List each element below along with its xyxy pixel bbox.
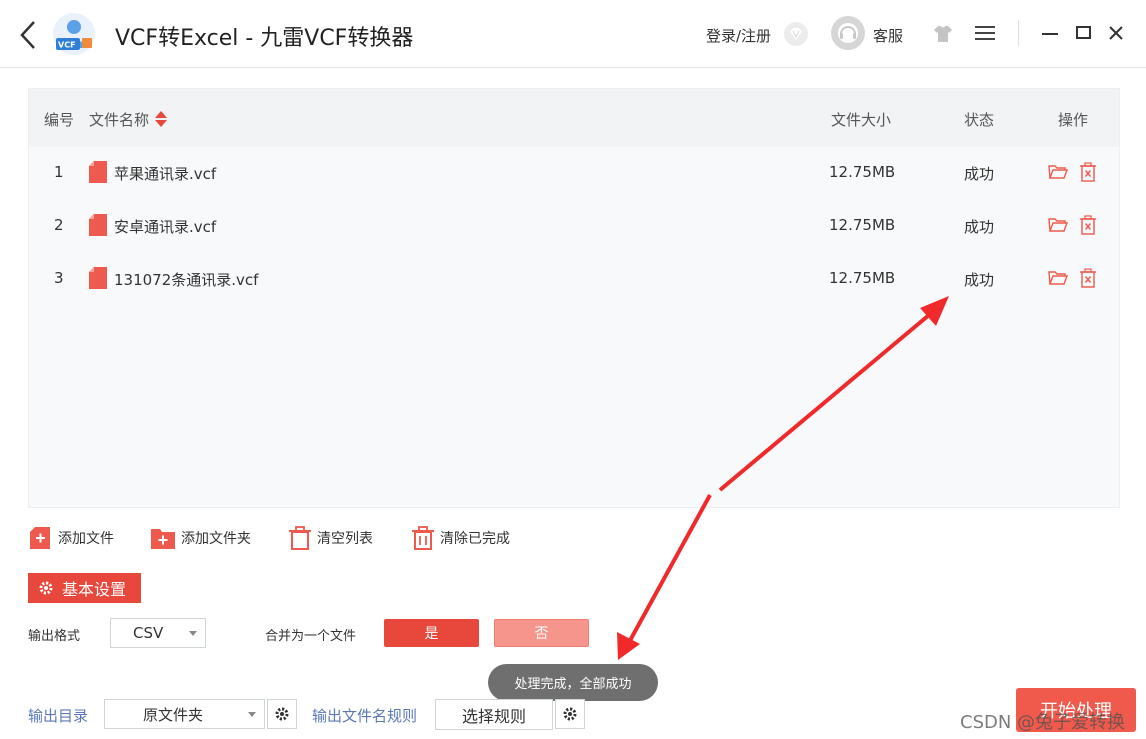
output-dir-select[interactable]: 原文件夹 (104, 699, 265, 729)
basic-settings-tab[interactable]: 基本设置 (28, 573, 141, 603)
trash-lines-icon (412, 526, 434, 550)
clear-done-label: 清除已完成 (440, 531, 510, 547)
row-filesize: 12.75MB (829, 269, 896, 287)
row-filename: 苹果通讯录.vcf (114, 165, 217, 183)
basic-settings-label: 基本设置 (62, 580, 127, 599)
row-index: 2 (54, 216, 64, 234)
add-file-label: 添加文件 (58, 531, 114, 547)
table-row[interactable]: 1 苹果通讯录.vcf 12.75MB 成功 (29, 147, 1119, 200)
trash-icon (289, 526, 311, 550)
clear-list-button[interactable]: 清空列表 (289, 525, 373, 551)
open-folder-icon[interactable] (1048, 269, 1068, 287)
output-format-value: CSV (133, 624, 164, 642)
col-index-header: 编号 (44, 111, 75, 129)
open-folder-icon[interactable] (1048, 163, 1068, 181)
table-row[interactable]: 2 安卓通讯录.vcf 12.75MB 成功 (29, 200, 1119, 253)
delete-icon[interactable] (1079, 268, 1097, 288)
title-bar: VCF VCF转Excel - 九雷VCF转换器 登录/注册 客服 (0, 0, 1146, 68)
output-dir-label: 输出目录 (28, 707, 89, 725)
delete-icon[interactable] (1079, 162, 1097, 182)
name-rule-settings-button[interactable] (555, 699, 585, 729)
col-ops-header: 操作 (1058, 111, 1089, 129)
row-filesize: 12.75MB (829, 163, 896, 181)
add-folder-label: 添加文件夹 (181, 531, 251, 547)
clear-list-label: 清空列表 (317, 531, 373, 547)
maximize-icon[interactable] (1074, 23, 1094, 43)
row-index: 1 (54, 163, 64, 181)
col-size-header: 文件大小 (831, 111, 892, 129)
app-title: VCF转Excel - 九雷VCF转换器 (115, 26, 414, 51)
delete-icon[interactable] (1079, 215, 1097, 235)
close-icon[interactable] (1106, 23, 1126, 43)
back-arrow-icon[interactable] (14, 18, 44, 52)
merge-no-button[interactable]: 否 (494, 619, 589, 647)
app-logo: VCF (52, 12, 96, 56)
output-format-select[interactable]: CSV (110, 618, 206, 648)
start-process-button[interactable]: 开始处理 (1016, 688, 1136, 732)
row-status: 成功 (964, 218, 995, 236)
output-format-label: 输出格式 (28, 629, 81, 644)
chevron-down-icon (189, 631, 197, 636)
clear-done-button[interactable]: 清除已完成 (412, 525, 510, 551)
skin-shirt-icon[interactable] (932, 24, 954, 44)
row-filename: 131072条通讯录.vcf (114, 271, 259, 289)
gear-icon (563, 707, 577, 721)
output-dir-settings-button[interactable] (267, 699, 297, 729)
file-icon (89, 161, 107, 183)
gear-icon (275, 707, 289, 721)
logo-text: VCF (58, 41, 76, 50)
row-status: 成功 (964, 271, 995, 289)
sort-icon[interactable] (154, 110, 168, 128)
col-status-header: 状态 (964, 111, 995, 129)
headset-icon (838, 23, 858, 43)
open-folder-icon[interactable] (1048, 216, 1068, 234)
minimize-icon[interactable] (1040, 23, 1060, 43)
menu-icon[interactable] (974, 24, 996, 42)
login-register-link[interactable]: 登录/注册 (706, 25, 771, 46)
table-header: 编号 文件名称 文件大小 状态 操作 (29, 89, 1119, 147)
merge-label: 合并为一个文件 (265, 629, 357, 644)
row-filesize: 12.75MB (829, 216, 896, 234)
add-file-button[interactable]: 添加文件 (30, 525, 114, 551)
file-icon (89, 214, 107, 236)
select-rule-button[interactable]: 选择规则 (435, 699, 553, 730)
row-index: 3 (54, 269, 64, 287)
table-row[interactable]: 3 131072条通讯录.vcf 12.75MB 成功 (29, 253, 1119, 306)
col-name-header[interactable]: 文件名称 (89, 109, 149, 130)
row-status: 成功 (964, 165, 995, 183)
vip-diamond-icon[interactable] (783, 21, 809, 47)
name-rule-label: 输出文件名规则 (312, 707, 418, 725)
file-icon (89, 267, 107, 289)
gear-icon (39, 581, 53, 595)
add-folder-button[interactable]: 添加文件夹 (151, 525, 251, 551)
row-filename: 安卓通讯录.vcf (114, 218, 217, 236)
add-file-icon (30, 527, 50, 549)
status-toast: 处理完成，全部成功 (488, 664, 658, 701)
file-table: 编号 文件名称 文件大小 状态 操作 1 苹果通讯录.vcf 12.75MB 成… (28, 88, 1120, 508)
title-separator (1018, 20, 1019, 46)
customer-service-avatar[interactable] (831, 16, 865, 50)
chevron-down-icon (248, 712, 256, 717)
add-folder-icon (151, 529, 175, 549)
output-dir-value: 原文件夹 (143, 705, 204, 724)
merge-yes-button[interactable]: 是 (384, 619, 479, 647)
customer-service-label[interactable]: 客服 (873, 25, 903, 46)
